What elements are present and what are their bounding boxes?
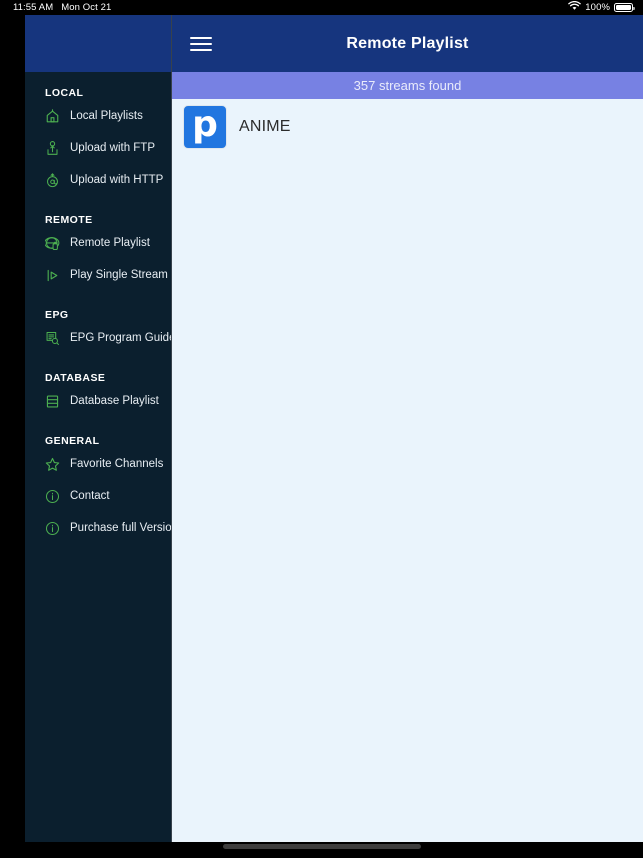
info-circle-icon <box>45 521 60 536</box>
hamburger-line <box>190 42 212 45</box>
sidebar-item-play-single-stream[interactable]: Play Single Stream <box>25 259 171 291</box>
sidebar-section-title: GENERAL <box>45 435 100 447</box>
hamburger-menu-icon[interactable] <box>186 31 216 57</box>
sidebar-item-label: Purchase full Version <box>70 522 172 534</box>
stream-name: ANIME <box>239 118 291 135</box>
sidebar-section-epg: EPG EPG Program Guide <box>25 308 171 354</box>
sidebar-section-title: LOCAL <box>45 87 84 99</box>
status-bar-right: 100% <box>568 0 635 15</box>
sidebar-item-local-playlists[interactable]: Local Playlists <box>25 100 171 132</box>
streams-found-banner: 357 streams found <box>172 72 643 99</box>
stream-logo-icon: p <box>183 105 227 149</box>
sidebar-section-database: DATABASE Database Playlist <box>25 371 171 417</box>
sidebar-item-contact[interactable]: Contact <box>25 480 171 512</box>
hamburger-line <box>190 36 212 39</box>
home-icon <box>45 108 60 124</box>
app-window: LOCAL Local Playlists Upload with FTP Up… <box>25 15 643 842</box>
sidebar-item-remote-playlist[interactable]: Remote Playlist <box>25 227 171 259</box>
sidebar-section-general: GENERAL Favorite Channels Contact Purcha… <box>25 434 171 544</box>
sidebar-item-upload-with-ftp[interactable]: Upload with FTP <box>25 132 171 164</box>
home-indicator[interactable] <box>222 844 421 849</box>
sidebar-section-title: EPG <box>45 309 69 321</box>
status-bar: 11:55 AM Mon Oct 21 100% <box>0 0 643 15</box>
wifi-icon <box>568 0 582 14</box>
sidebar-item-label: EPG Program Guide <box>70 332 172 344</box>
sidebar-item-label: Database Playlist <box>70 395 159 407</box>
ftp-upload-icon <box>45 140 60 156</box>
device-screen: 11:55 AM Mon Oct 21 100% LOCAL Local Pla… <box>0 0 643 858</box>
page-title: Remote Playlist <box>346 34 469 52</box>
sidebar-item-favorite-channels[interactable]: Favorite Channels <box>25 448 171 480</box>
sidebar-item-label: Contact <box>70 490 110 502</box>
main-content: Remote Playlist 357 streams found p ANIM… <box>172 15 643 842</box>
document-search-icon <box>45 331 60 346</box>
sidebar-header <box>25 15 171 72</box>
sidebar-item-label: Favorite Channels <box>70 458 164 470</box>
sidebar-section-title: REMOTE <box>45 214 93 226</box>
sidebar-item-label: Upload with HTTP <box>70 174 164 186</box>
sidebar-section-local: LOCAL Local Playlists Upload with FTP Up… <box>25 86 171 196</box>
sidebar-menu[interactable]: LOCAL Local Playlists Upload with FTP Up… <box>25 72 171 544</box>
sidebar-section-remote: REMOTE Remote Playlist Play Single Strea… <box>25 213 171 291</box>
sidebar-item-upload-with-http[interactable]: Upload with HTTP <box>25 164 171 196</box>
globe-icon <box>45 236 60 251</box>
sidebar-section-title: DATABASE <box>45 372 106 384</box>
battery-percentage: 100% <box>585 2 610 13</box>
stream-list[interactable]: p ANIME <box>172 99 643 842</box>
status-bar-date: Mon Oct 21 <box>61 2 112 13</box>
play-stream-icon <box>45 268 60 283</box>
battery-icon <box>614 2 635 13</box>
battery-fill <box>616 4 631 11</box>
sidebar-item-database-playlist[interactable]: Database Playlist <box>25 385 171 417</box>
sidebar-item-label: Play Single Stream <box>70 269 168 281</box>
sidebar-item-label: Upload with FTP <box>70 142 156 154</box>
database-list-icon <box>45 394 60 409</box>
sidebar: LOCAL Local Playlists Upload with FTP Up… <box>25 15 172 842</box>
sidebar-item-label: Local Playlists <box>70 110 143 122</box>
status-bar-left: 11:55 AM Mon Oct 21 <box>13 0 111 15</box>
list-item[interactable]: p ANIME <box>172 99 643 155</box>
sidebar-item-purchase-full-version[interactable]: Purchase full Version <box>25 512 171 544</box>
navbar: Remote Playlist <box>172 15 643 72</box>
hamburger-line <box>190 48 212 51</box>
star-icon <box>45 457 60 472</box>
status-bar-time: 11:55 AM <box>13 2 54 13</box>
sidebar-item-epg-program-guide[interactable]: EPG Program Guide <box>25 322 171 354</box>
stream-logo-letter: p <box>192 105 218 145</box>
http-upload-icon <box>45 172 60 188</box>
sidebar-item-label: Remote Playlist <box>70 237 150 249</box>
info-circle-icon <box>45 489 60 504</box>
